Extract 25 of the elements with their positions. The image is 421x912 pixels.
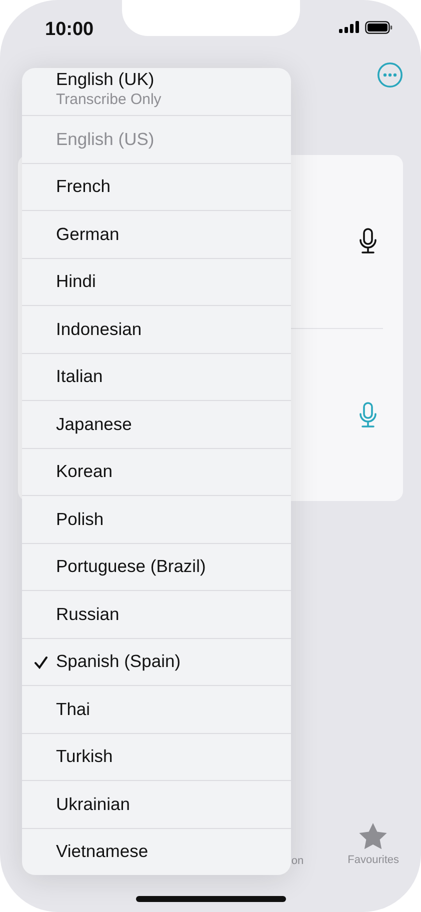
language-option[interactable]: Vietnamese (22, 828, 291, 875)
language-option[interactable]: Polish (22, 495, 291, 542)
language-option[interactable]: Italian (22, 352, 291, 400)
clock-time: 10:00 (44, 18, 95, 41)
language-option[interactable]: French (22, 162, 291, 210)
more-icon[interactable] (377, 62, 403, 88)
checkmark-icon (34, 656, 48, 668)
language-option[interactable]: Ukrainian (22, 780, 291, 828)
language-option[interactable]: German (22, 210, 291, 258)
microphone-icon[interactable] (359, 228, 377, 254)
language-option[interactable]: English (UK) Transcribe Only (22, 68, 291, 115)
language-option[interactable]: Indonesian (22, 305, 291, 352)
star-icon (358, 822, 388, 850)
language-option[interactable]: Turkish (22, 732, 291, 780)
language-option[interactable]: Russian (22, 590, 291, 638)
language-option[interactable]: Portuguese (Brazil) (22, 542, 291, 590)
option-subtitle: Transcribe Only (56, 91, 162, 109)
language-option[interactable]: Japanese (22, 400, 291, 448)
signal-icon (339, 21, 359, 33)
option-label: English (UK) (56, 69, 154, 89)
language-option[interactable]: Hindi (22, 258, 291, 305)
language-option[interactable]: Korean (22, 448, 291, 495)
language-option[interactable]: Thai (22, 685, 291, 732)
language-option[interactable]: Spanish (Spain) (22, 638, 291, 685)
battery-icon (365, 21, 393, 34)
